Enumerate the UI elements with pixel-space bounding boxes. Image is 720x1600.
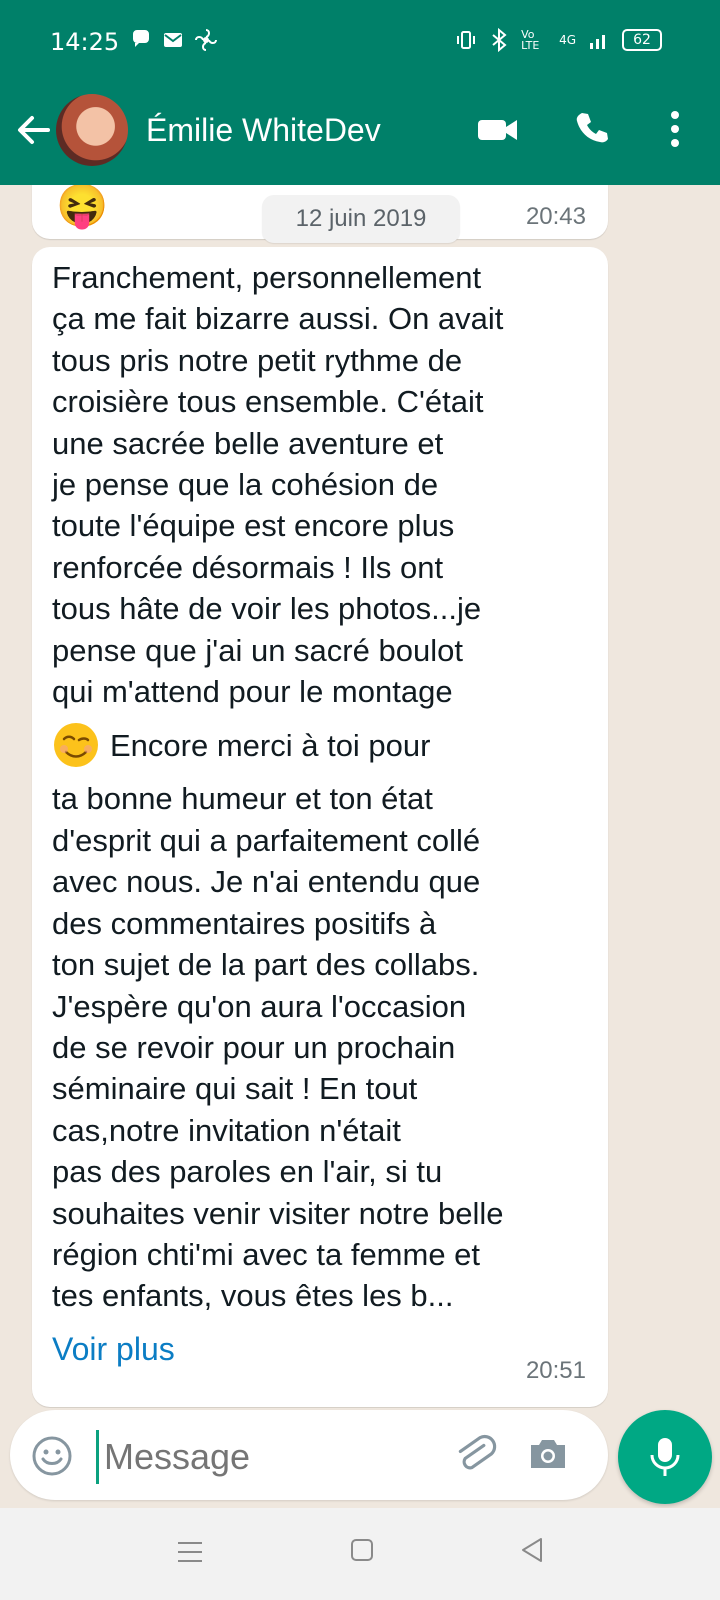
mail-notification-icon (164, 33, 182, 47)
status-time: 14:25 (50, 28, 120, 56)
nav-recent-apps-button[interactable] (172, 1534, 208, 1570)
chat-header: Émilie WhiteDev (0, 82, 720, 185)
fan-notification-icon (195, 29, 217, 51)
message-line: tous pris notre petit rythme de (52, 342, 463, 378)
message-line: ça me fait bizarre aussi. On avait (52, 301, 504, 337)
text-cursor (96, 1430, 99, 1484)
nav-home-button[interactable] (344, 1532, 380, 1568)
status-right-icons: Vo LTE 4G 62 (455, 28, 662, 52)
contact-avatar[interactable] (56, 94, 128, 166)
camera-icon (531, 1440, 565, 1468)
volte-label: Vo LTE (521, 28, 540, 52)
mic-icon (650, 1438, 680, 1476)
phone-icon (576, 113, 608, 143)
contact-name[interactable]: Émilie WhiteDev (146, 112, 381, 149)
message-bubble[interactable]: Franchement, personnellement ça me fait b… (32, 247, 608, 1407)
message-line: qui m'attend pour le montage (52, 674, 453, 710)
message-line: je pense que la cohésion de (52, 467, 439, 503)
message-line: pas des paroles en l'air, si tu (52, 1154, 443, 1190)
message-line: toute l'équipe est encore plus (52, 508, 455, 544)
attach-button[interactable] (452, 1432, 498, 1478)
message-line: ton sujet de la part des collabs. (52, 947, 480, 983)
message-line: de se revoir pour un prochain (52, 1029, 456, 1065)
status-bar: 14:25 Vo LTE 4G 62 (0, 0, 720, 82)
wink-face-icon (54, 723, 98, 768)
more-options-button[interactable] (666, 108, 684, 150)
message-time: 20:51 (525, 1357, 586, 1384)
message-emoji-line: Encore merci à toi pour (52, 712, 582, 778)
message-line: région chti'mi avec ta femme et (52, 1236, 481, 1272)
chat-area[interactable]: 😝 20:43 12 juin 2019 Franchement, person… (0, 185, 720, 1408)
camera-button[interactable] (526, 1432, 570, 1476)
message-line: tes enfants, vous êtes les b... (52, 1278, 454, 1314)
signal-icon (590, 35, 605, 49)
previous-message-emoji: 😝 (56, 185, 109, 229)
message-line: d'esprit qui a parfaitement collé (52, 822, 481, 858)
message-text: Franchement, personnellement ça me fait b… (52, 257, 582, 1317)
message-line: croisière tous ensemble. C'était (52, 384, 484, 420)
emoji-icon (32, 1436, 72, 1476)
message-line: séminaire qui sait ! En tout (52, 1071, 418, 1107)
message-line: Franchement, personnellement (52, 260, 482, 295)
chat-notification-icon (133, 30, 149, 47)
date-separator: 12 juin 2019 (262, 195, 460, 243)
message-line: tous hâte de voir les photos...je (52, 591, 482, 627)
back-button[interactable] (14, 110, 54, 150)
message-input[interactable] (102, 1428, 436, 1486)
message-line: Encore merci à toi pour (110, 727, 431, 763)
voice-call-button[interactable] (574, 110, 610, 146)
network-label: 4G (559, 33, 576, 47)
battery-indicator: 62 (622, 29, 662, 51)
system-navigation-bar (0, 1508, 720, 1600)
nav-back-button[interactable] (514, 1532, 550, 1568)
message-line: des commentaires positifs à (52, 905, 437, 941)
message-line: avec nous. Je n'ai entendu que (52, 864, 481, 900)
voice-message-button[interactable] (618, 1410, 712, 1504)
previous-message-time: 20:43 (525, 203, 586, 230)
message-composer (10, 1410, 608, 1500)
back-arrow-icon (18, 116, 50, 144)
bluetooth-icon (492, 28, 507, 52)
video-call-icon (478, 120, 517, 140)
nav-menu-icon (178, 1542, 202, 1562)
video-call-button[interactable] (476, 114, 520, 146)
read-more-link[interactable]: Voir plus (52, 1331, 175, 1368)
more-options-icon (671, 111, 679, 147)
message-line: souhaites venir visiter notre belle (52, 1195, 504, 1231)
message-line: pense que j'ai un sacré boulot (52, 632, 463, 668)
emoji-button[interactable] (30, 1434, 74, 1478)
nav-back-icon (522, 1538, 542, 1562)
message-line: cas,notre invitation n'était (52, 1112, 401, 1148)
notification-icons (130, 28, 218, 52)
message-line: ta bonne humeur et ton état (52, 781, 433, 817)
attach-icon (458, 1434, 497, 1470)
nav-home-icon (351, 1539, 373, 1561)
vibrate-icon (457, 31, 476, 49)
message-line: une sacrée belle aventure et (52, 425, 444, 461)
message-line: J'espère qu'on aura l'occasion (52, 988, 467, 1024)
message-line: renforcée désormais ! Ils ont (52, 549, 444, 585)
